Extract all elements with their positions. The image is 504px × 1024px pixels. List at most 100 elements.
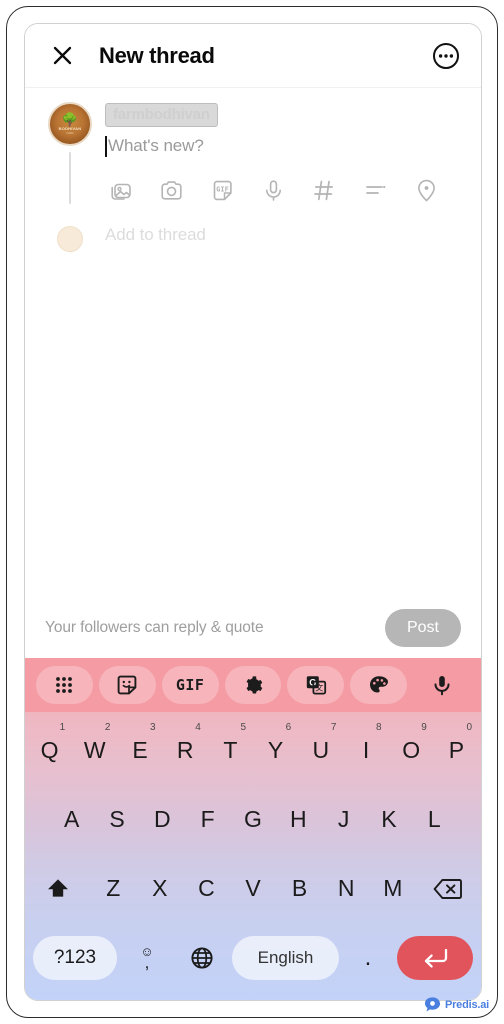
- numbers-key[interactable]: ?123: [33, 935, 117, 980]
- key-v[interactable]: V: [230, 854, 277, 923]
- camera-icon[interactable]: [158, 177, 184, 203]
- key-number: 9: [421, 722, 427, 733]
- key-s[interactable]: S: [94, 785, 139, 854]
- poll-icon[interactable]: [362, 177, 388, 203]
- key-number: 2: [104, 722, 111, 733]
- key-number: 7: [330, 722, 337, 733]
- avatar-column: 🌳 BODHIVAN FARM: [43, 102, 97, 206]
- thread-connector-line: [69, 152, 71, 204]
- on-screen-keyboard: GIF G 文 Q 1 W 2 E 3 R 4 T 5 Y 6 U 7 I 8 …: [25, 658, 481, 1000]
- key-g[interactable]: G: [230, 785, 275, 854]
- key-b[interactable]: B: [276, 854, 323, 923]
- enter-icon[interactable]: [397, 935, 473, 980]
- key-label: Y: [267, 737, 284, 763]
- keyboard-row-4: ?123 ☺ , English .: [27, 923, 479, 994]
- key-number: 4: [195, 722, 201, 733]
- key-number: 8: [376, 722, 382, 733]
- watermark-text: Predis.ai: [444, 998, 489, 1011]
- key-h[interactable]: H: [276, 785, 321, 854]
- keyboard-toolbar: GIF G 文: [25, 658, 481, 712]
- key-f[interactable]: F: [185, 785, 230, 854]
- compose-area: 🌳 BODHIVAN FARM farmbodhivan What's new?: [25, 88, 481, 598]
- microphone-icon[interactable]: [260, 177, 286, 203]
- google-translate-icon[interactable]: G 文: [287, 666, 345, 704]
- sticker-icon[interactable]: [98, 666, 156, 704]
- key-label: W: [83, 737, 106, 763]
- key-m[interactable]: M: [369, 854, 416, 923]
- modal-header: New thread: [25, 24, 481, 88]
- watermark: Predis.ai: [424, 996, 489, 1013]
- close-icon[interactable]: [45, 39, 79, 73]
- key-n[interactable]: N: [323, 854, 370, 923]
- compose-row: 🌳 BODHIVAN FARM farmbodhivan What's new?: [25, 102, 481, 206]
- theme-palette-icon[interactable]: [350, 666, 408, 704]
- avatar-small: [57, 226, 83, 252]
- key-label: R: [176, 737, 194, 763]
- backspace-icon[interactable]: [416, 854, 479, 923]
- key-u[interactable]: U7: [298, 716, 343, 785]
- key-number: 3: [150, 722, 156, 733]
- keyboard-row-2: A S D F G H J K L: [27, 785, 479, 854]
- keyboard-row-3: Z X C V B N M: [27, 854, 479, 923]
- comma-label: ,: [144, 953, 150, 972]
- key-p[interactable]: P0: [434, 716, 479, 785]
- app-window: New thread 🌳 BODHIVAN FARM farmbodhivan …: [24, 23, 482, 1001]
- key-number: 0: [466, 722, 473, 733]
- avatar[interactable]: 🌳 BODHIVAN FARM: [48, 102, 92, 146]
- apps-grid-icon[interactable]: [36, 666, 93, 704]
- key-label: I: [362, 737, 370, 763]
- key-l[interactable]: L: [412, 785, 457, 854]
- svg-text:GIF: GIF: [216, 185, 229, 193]
- outer-phone-frame: New thread 🌳 BODHIVAN FARM farmbodhivan …: [6, 6, 498, 1018]
- gif-icon[interactable]: GIF: [161, 666, 219, 704]
- key-e[interactable]: E3: [117, 716, 162, 785]
- gallery-icon[interactable]: [107, 177, 133, 203]
- gif-icon[interactable]: GIF: [209, 177, 235, 203]
- key-t[interactable]: T5: [208, 716, 253, 785]
- key-number: 5: [240, 722, 246, 733]
- key-k[interactable]: K: [366, 785, 411, 854]
- period-key[interactable]: .: [344, 936, 392, 980]
- shift-icon[interactable]: [27, 854, 90, 923]
- keyboard-key-rows: Q1 W2 E3 R4 T5 Y6 U7 I8 O9 P0 A S D F G: [25, 712, 481, 1000]
- microphone-icon[interactable]: [413, 666, 470, 704]
- comma-key[interactable]: ☺ ,: [122, 936, 172, 980]
- settings-gear-icon[interactable]: [224, 666, 282, 704]
- space-key[interactable]: English: [232, 935, 339, 980]
- key-x[interactable]: X: [137, 854, 184, 923]
- key-y[interactable]: Y6: [253, 716, 298, 785]
- key-q[interactable]: Q1: [27, 716, 72, 785]
- key-label: Q: [40, 737, 59, 763]
- key-d[interactable]: D: [140, 785, 185, 854]
- predis-logo-icon: [424, 997, 440, 1012]
- avatar-brand-text: BODHIVAN: [58, 125, 82, 131]
- key-label: P: [448, 737, 465, 763]
- reply-audience-label[interactable]: Your followers can reply & quote: [45, 619, 264, 637]
- svg-text:文: 文: [315, 683, 323, 693]
- language-globe-icon[interactable]: [177, 936, 227, 980]
- key-r[interactable]: R4: [163, 716, 208, 785]
- more-options-icon[interactable]: [429, 39, 463, 73]
- key-z[interactable]: Z: [90, 854, 137, 923]
- add-to-thread-row[interactable]: Add to thread: [25, 218, 481, 252]
- key-i[interactable]: I8: [343, 716, 388, 785]
- avatar-sub-text: FARM: [66, 131, 74, 135]
- key-j[interactable]: J: [321, 785, 366, 854]
- key-label: U: [312, 737, 330, 763]
- key-c[interactable]: C: [183, 854, 230, 923]
- key-w[interactable]: W2: [72, 716, 117, 785]
- compose-placeholder: What's new?: [108, 136, 204, 155]
- add-thread-avatar-column: [43, 218, 97, 252]
- hashtag-icon[interactable]: [311, 177, 337, 203]
- avatar-tree-icon: 🌳: [61, 111, 79, 127]
- location-icon[interactable]: [413, 177, 439, 203]
- compose-input[interactable]: What's new?: [105, 134, 463, 158]
- text-caret: [105, 135, 107, 157]
- post-button[interactable]: Post: [384, 609, 461, 647]
- key-o[interactable]: O9: [389, 716, 434, 785]
- gif-label: GIF: [175, 676, 205, 694]
- compose-main: farmbodhivan What's new? GIF: [97, 102, 463, 206]
- add-to-thread-label: Add to thread: [105, 225, 206, 244]
- key-a[interactable]: A: [49, 785, 94, 854]
- key-label: E: [132, 737, 148, 763]
